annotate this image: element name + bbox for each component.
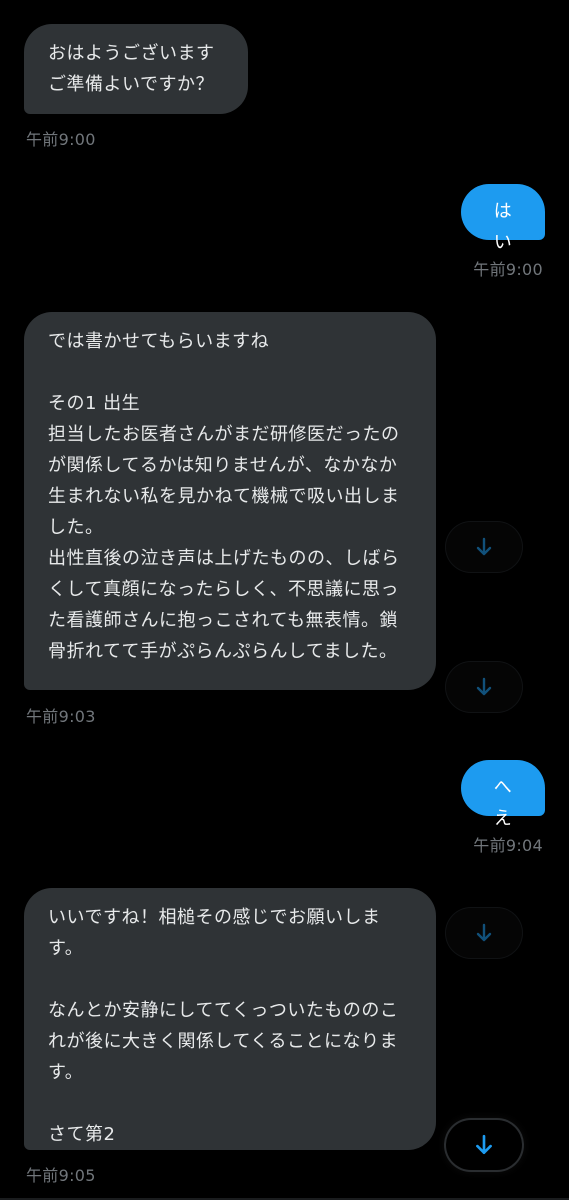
arrow-down-icon — [476, 537, 492, 557]
message-thread: おはようございます ご準備よいですか？ 午前9:00 はい 午前9:00 では書… — [0, 0, 569, 1200]
arrow-down-icon — [475, 1134, 493, 1156]
scroll-down-button[interactable] — [446, 522, 522, 572]
arrow-down-icon — [476, 923, 492, 943]
scroll-down-button[interactable] — [446, 1120, 522, 1170]
arrow-down-icon — [476, 677, 492, 697]
message-bubble-incoming[interactable]: おはようございます ご準備よいですか？ — [24, 24, 248, 114]
message-timestamp: 午前9:04 — [473, 836, 543, 855]
message-timestamp: 午前9:03 — [26, 707, 96, 726]
message-bubble-outgoing[interactable]: へえ — [461, 760, 545, 829]
message-timestamp: 午前9:00 — [26, 130, 96, 149]
message-bubble-incoming[interactable]: いいですね！相槌その感じでお願いします。 なんとか安静にしててくっついたもののこ… — [24, 888, 436, 1150]
scroll-down-button[interactable] — [446, 662, 522, 712]
scroll-down-button[interactable] — [446, 908, 522, 958]
message-bubble-incoming[interactable]: では書かせてもらいますね その1 出生 担当したお医者さんがまだ研修医だったのが… — [24, 312, 436, 690]
message-timestamp: 午前9:05 — [26, 1166, 96, 1185]
message-timestamp: 午前9:00 — [473, 260, 543, 279]
message-bubble-outgoing[interactable]: はい — [461, 184, 545, 253]
